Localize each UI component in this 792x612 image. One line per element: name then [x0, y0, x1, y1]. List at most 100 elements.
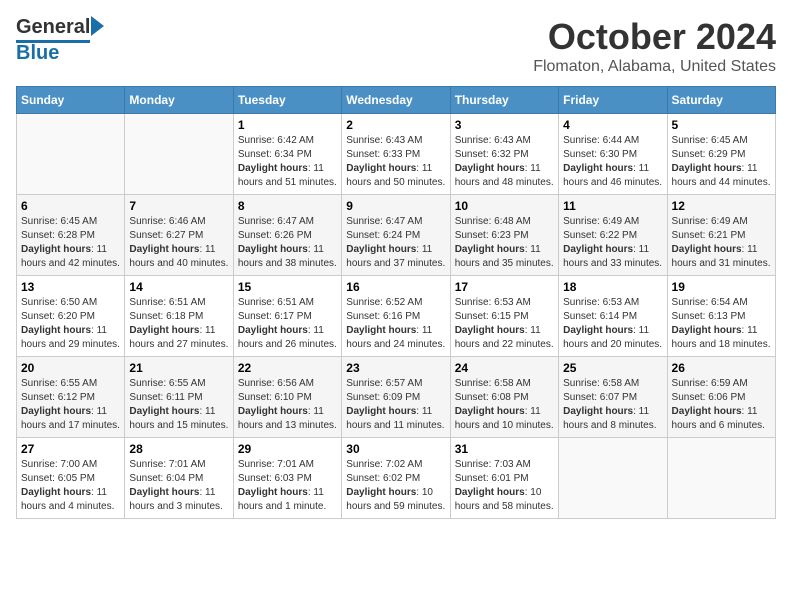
- day-info: Sunrise: 6:53 AMSunset: 6:15 PMDaylight …: [455, 296, 554, 352]
- calendar-cell: 3Sunrise: 6:43 AMSunset: 6:32 PMDaylight…: [450, 114, 558, 195]
- logo-area: General Blue: [16, 16, 90, 63]
- day-number: 15: [238, 280, 337, 294]
- calendar-cell: [559, 438, 667, 519]
- day-info: Sunrise: 6:55 AMSunset: 6:12 PMDaylight …: [21, 377, 120, 433]
- day-info: Sunrise: 7:01 AMSunset: 6:04 PMDaylight …: [129, 458, 228, 514]
- day-number: 9: [346, 199, 445, 213]
- day-info: Sunrise: 7:01 AMSunset: 6:03 PMDaylight …: [238, 458, 337, 514]
- calendar-day-header: Saturday: [667, 87, 775, 114]
- day-number: 4: [563, 118, 662, 132]
- day-info: Sunrise: 6:58 AMSunset: 6:08 PMDaylight …: [455, 377, 554, 433]
- calendar-week-row: 6 Sunrise: 6:45 AMSunset: 6:28 PMDaylight…: [17, 195, 776, 276]
- day-info: Sunrise: 7:02 AMSunset: 6:02 PMDaylight …: [346, 458, 445, 514]
- calendar-cell: 17Sunrise: 6:53 AMSunset: 6:15 PMDayligh…: [450, 276, 558, 357]
- calendar-cell: 11Sunrise: 6:49 AMSunset: 6:22 PMDayligh…: [559, 195, 667, 276]
- day-info: Sunrise: 6:53 AMSunset: 6:14 PMDaylight …: [563, 296, 662, 352]
- calendar-cell: 5 Sunrise: 6:45 AMSunset: 6:29 PMDaylight…: [667, 114, 775, 195]
- day-info: Sunrise: 6:45 AMSunset: 6:28 PMDaylight …: [21, 215, 120, 271]
- day-number: 25: [563, 361, 662, 375]
- calendar-cell: 31Sunrise: 7:03 AMSunset: 6:01 PMDayligh…: [450, 438, 558, 519]
- calendar-cell: [17, 114, 125, 195]
- page-subtitle: Flomaton, Alabama, United States: [533, 58, 776, 76]
- page-title: October 2024: [533, 16, 776, 58]
- calendar-cell: 28 Sunrise: 7:01 AMSunset: 6:04 PMDayligh…: [125, 438, 233, 519]
- day-number: 20: [21, 361, 120, 375]
- calendar-day-header: Sunday: [17, 87, 125, 114]
- logo-general: General: [16, 16, 90, 38]
- day-info: Sunrise: 6:56 AMSunset: 6:10 PMDaylight …: [238, 377, 337, 433]
- day-number: 27: [21, 442, 120, 456]
- day-number: 10: [455, 199, 554, 213]
- day-number: 16: [346, 280, 445, 294]
- calendar-cell: 19 Sunrise: 6:54 AMSunset: 6:13 PMDayligh…: [667, 276, 775, 357]
- calendar-cell: [667, 438, 775, 519]
- calendar-cell: 9 Sunrise: 6:47 AMSunset: 6:24 PMDaylight…: [342, 195, 450, 276]
- day-info: Sunrise: 6:52 AMSunset: 6:16 PMDaylight …: [346, 296, 445, 352]
- page-header: General Blue October 2024 Flomaton, Alab…: [16, 16, 776, 76]
- day-number: 6: [21, 199, 120, 213]
- calendar-cell: 27 Sunrise: 7:00 AMSunset: 6:05 PMDayligh…: [17, 438, 125, 519]
- calendar-cell: 6 Sunrise: 6:45 AMSunset: 6:28 PMDaylight…: [17, 195, 125, 276]
- day-info: Sunrise: 6:51 AMSunset: 6:18 PMDaylight …: [129, 296, 228, 352]
- calendar-cell: 30 Sunrise: 7:02 AMSunset: 6:02 PMDayligh…: [342, 438, 450, 519]
- calendar-cell: 21Sunrise: 6:55 AMSunset: 6:11 PMDayligh…: [125, 357, 233, 438]
- calendar-cell: 13 Sunrise: 6:50 AMSunset: 6:20 PMDayligh…: [17, 276, 125, 357]
- calendar-cell: 26Sunrise: 6:59 AMSunset: 6:06 PMDayligh…: [667, 357, 775, 438]
- day-number: 26: [672, 361, 771, 375]
- calendar-cell: 16 Sunrise: 6:52 AMSunset: 6:16 PMDayligh…: [342, 276, 450, 357]
- calendar-day-header: Friday: [559, 87, 667, 114]
- calendar-cell: 29 Sunrise: 7:01 AMSunset: 6:03 PMDayligh…: [233, 438, 341, 519]
- calendar-cell: 2 Sunrise: 6:43 AMSunset: 6:33 PMDaylight…: [342, 114, 450, 195]
- day-info: Sunrise: 6:43 AMSunset: 6:32 PMDaylight …: [455, 134, 554, 190]
- day-info: Sunrise: 6:48 AMSunset: 6:23 PMDaylight …: [455, 215, 554, 271]
- day-number: 29: [238, 442, 337, 456]
- calendar-cell: 18Sunrise: 6:53 AMSunset: 6:14 PMDayligh…: [559, 276, 667, 357]
- day-info: Sunrise: 7:00 AMSunset: 6:05 PMDaylight …: [21, 458, 120, 514]
- calendar-cell: 22 Sunrise: 6:56 AMSunset: 6:10 PMDayligh…: [233, 357, 341, 438]
- day-number: 30: [346, 442, 445, 456]
- calendar-day-header: Tuesday: [233, 87, 341, 114]
- day-number: 22: [238, 361, 337, 375]
- calendar-cell: 25Sunrise: 6:58 AMSunset: 6:07 PMDayligh…: [559, 357, 667, 438]
- calendar-table: SundayMondayTuesdayWednesdayThursdayFrid…: [16, 86, 776, 519]
- logo-flag-icon: [91, 16, 104, 36]
- day-info: Sunrise: 6:47 AMSunset: 6:24 PMDaylight …: [346, 215, 445, 271]
- calendar-cell: 1 Sunrise: 6:42 AMSunset: 6:34 PMDaylight…: [233, 114, 341, 195]
- day-number: 7: [129, 199, 228, 213]
- calendar-cell: 14 Sunrise: 6:51 AMSunset: 6:18 PMDayligh…: [125, 276, 233, 357]
- day-number: 2: [346, 118, 445, 132]
- day-info: Sunrise: 6:46 AMSunset: 6:27 PMDaylight …: [129, 215, 228, 271]
- calendar-day-header: Wednesday: [342, 87, 450, 114]
- day-number: 23: [346, 361, 445, 375]
- day-number: 5: [672, 118, 771, 132]
- day-info: Sunrise: 6:50 AMSunset: 6:20 PMDaylight …: [21, 296, 120, 352]
- day-number: 1: [238, 118, 337, 132]
- day-info: Sunrise: 6:42 AMSunset: 6:34 PMDaylight …: [238, 134, 337, 190]
- calendar-week-row: 13 Sunrise: 6:50 AMSunset: 6:20 PMDayligh…: [17, 276, 776, 357]
- calendar-cell: 24 Sunrise: 6:58 AMSunset: 6:08 PMDayligh…: [450, 357, 558, 438]
- day-number: 19: [672, 280, 771, 294]
- day-number: 21: [129, 361, 228, 375]
- calendar-cell: 15Sunrise: 6:51 AMSunset: 6:17 PMDayligh…: [233, 276, 341, 357]
- day-number: 14: [129, 280, 228, 294]
- calendar-day-header: Thursday: [450, 87, 558, 114]
- calendar-cell: [125, 114, 233, 195]
- day-info: Sunrise: 6:57 AMSunset: 6:09 PMDaylight …: [346, 377, 445, 433]
- day-info: Sunrise: 6:54 AMSunset: 6:13 PMDaylight …: [672, 296, 771, 352]
- calendar-cell: 23 Sunrise: 6:57 AMSunset: 6:09 PMDayligh…: [342, 357, 450, 438]
- logo-blue: Blue: [16, 43, 90, 63]
- day-number: 28: [129, 442, 228, 456]
- logo: General Blue: [16, 16, 90, 63]
- day-number: 24: [455, 361, 554, 375]
- day-info: Sunrise: 6:45 AMSunset: 6:29 PMDaylight …: [672, 134, 771, 190]
- calendar-cell: 8Sunrise: 6:47 AMSunset: 6:26 PMDaylight…: [233, 195, 341, 276]
- day-number: 31: [455, 442, 554, 456]
- day-info: Sunrise: 6:43 AMSunset: 6:33 PMDaylight …: [346, 134, 445, 190]
- calendar-week-row: 27 Sunrise: 7:00 AMSunset: 6:05 PMDayligh…: [17, 438, 776, 519]
- calendar-cell: 10 Sunrise: 6:48 AMSunset: 6:23 PMDayligh…: [450, 195, 558, 276]
- day-number: 8: [238, 199, 337, 213]
- calendar-day-header: Monday: [125, 87, 233, 114]
- day-number: 13: [21, 280, 120, 294]
- calendar-cell: 12Sunrise: 6:49 AMSunset: 6:21 PMDayligh…: [667, 195, 775, 276]
- day-number: 11: [563, 199, 662, 213]
